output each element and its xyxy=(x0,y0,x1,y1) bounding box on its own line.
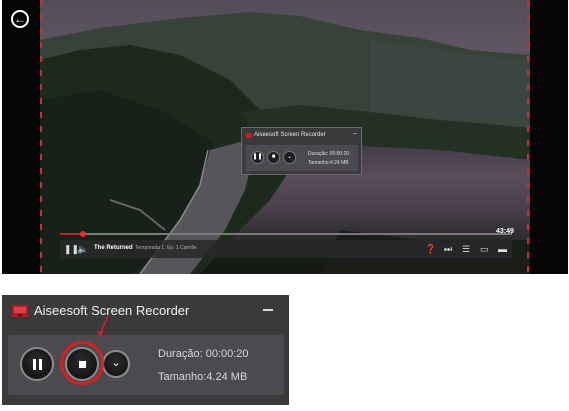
subtitles-icon[interactable]: ▭ xyxy=(480,243,489,255)
size-label: Tamanho: xyxy=(158,371,207,383)
back-button[interactable]: ← xyxy=(11,10,29,28)
stop-icon xyxy=(79,361,86,368)
recording-area-border-left xyxy=(40,0,42,274)
time-remaining: 43:49 xyxy=(496,228,514,235)
pause-button[interactable] xyxy=(20,347,54,381)
episodes-icon[interactable]: ☰ xyxy=(462,243,470,255)
episode-info: Temporada 1, Ep. 1 Camille xyxy=(135,245,197,251)
duration-label: Duração: xyxy=(158,348,203,360)
app-logo-icon xyxy=(246,133,252,138)
show-title: The Returned xyxy=(94,245,133,251)
mini-stop-button[interactable]: ■ xyxy=(267,151,280,164)
mini-recorder-title: Aiseesoft Screen Recorder xyxy=(254,132,326,138)
minimize-icon[interactable] xyxy=(263,309,273,311)
stop-button[interactable] xyxy=(65,347,99,381)
mini-duration-text: Duração: 00:00:20 xyxy=(308,151,350,157)
volume-icon[interactable]: 🔈 xyxy=(77,243,88,255)
app-logo-icon xyxy=(12,305,28,317)
next-episode-icon[interactable]: ⏭ xyxy=(444,243,452,255)
video-player: ← Aiseesoft Screen Recorder – ❚❚ ■ ⌄ Dur… xyxy=(2,0,568,274)
mini-control-panel: ❚❚ ■ ⌄ Duração: 00:00:20 Tamanho:4.24 MB xyxy=(246,145,358,171)
recorder-window: Aiseesoft Screen Recorder ⌄ Duração: 00:… xyxy=(2,295,289,405)
mini-more-button[interactable]: ⌄ xyxy=(283,151,296,164)
more-options-button[interactable]: ⌄ xyxy=(102,350,130,378)
fullscreen-icon[interactable]: ▬ xyxy=(498,243,507,255)
duration-value: 00:00:20 xyxy=(205,348,249,360)
mini-pause-button[interactable]: ❚❚ xyxy=(251,151,264,164)
progress-bar[interactable] xyxy=(60,231,512,237)
duration-row: Duração: 00:00:20 xyxy=(158,348,249,360)
recorder-control-panel: ⌄ Duração: 00:00:20 Tamanho:4.24 MB xyxy=(8,314,284,395)
size-value: 4.24 MB xyxy=(206,371,248,383)
player-control-bar: ❚❚ 🔈 The Returned Temporada 1, Ep. 1 Cam… xyxy=(60,240,512,258)
annotation-arrow-icon xyxy=(97,314,109,338)
mini-size-text: Tamanho:4.24 MB xyxy=(308,160,349,166)
recording-area-border-right xyxy=(527,0,529,274)
chevron-down-icon: ⌄ xyxy=(111,357,121,369)
progress-handle[interactable] xyxy=(79,231,86,237)
help-icon[interactable]: ❓ xyxy=(425,243,436,255)
back-arrow-icon: ← xyxy=(14,12,26,26)
size-row: Tamanho:4.24 MB xyxy=(158,371,247,383)
mini-minimize-button[interactable]: – xyxy=(353,130,357,137)
mini-recorder-window[interactable]: Aiseesoft Screen Recorder – ❚❚ ■ ⌄ Duraç… xyxy=(241,127,362,175)
